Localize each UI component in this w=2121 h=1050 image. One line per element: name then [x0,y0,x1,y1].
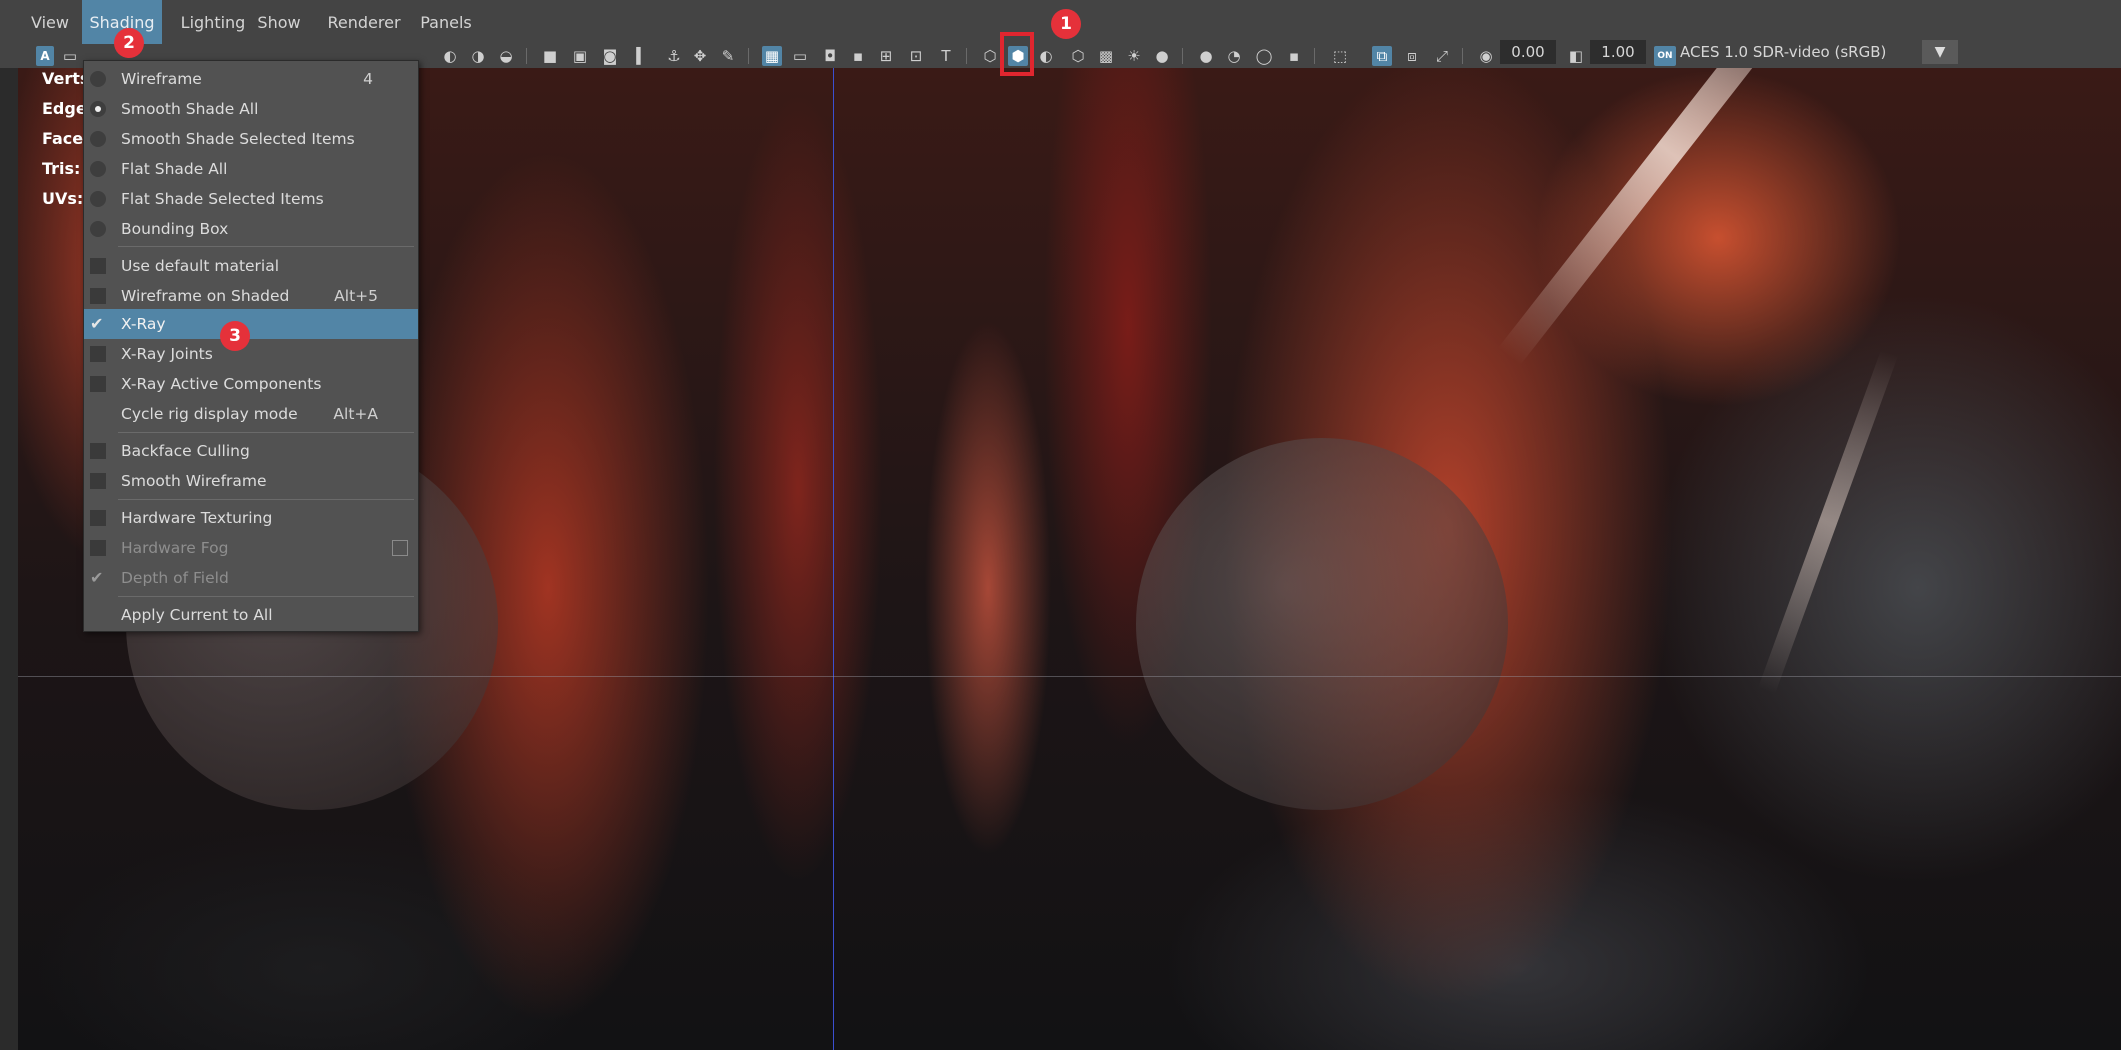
scene-highlight-streak [1758,349,1899,695]
grid-icon[interactable]: ▦ [762,46,782,66]
radio-icon [90,71,106,87]
pan-icon[interactable]: ✥ [690,46,710,66]
checkbox-icon [90,346,106,362]
xray-toggle-icon[interactable]: ⧉ [1372,46,1392,66]
viewport-axis-vertical [833,68,834,1050]
checkbox-icon [90,288,106,304]
menu-item-use-default-material[interactable]: Use default material [84,251,418,281]
ambient-occlusion-icon[interactable]: ● [1196,46,1216,66]
annotation-badge-3: 3 [220,321,250,351]
menu-item-smooth-shade-all[interactable]: Smooth Shade All [84,94,418,124]
menu-item-depth-of-field: ✔ Depth of Field [90,568,229,588]
bookmark-icon[interactable]: ▍ [632,46,652,66]
menu-item-flat-shade-all[interactable]: Flat Shade All [84,154,418,184]
depth-of-field-icon[interactable]: ▪ [1284,46,1304,66]
field-chart-icon[interactable]: ⊞ [876,46,896,66]
menu-item-bounding-box[interactable]: Bounding Box [84,214,418,244]
lights-icon[interactable]: ☀ [1124,46,1144,66]
gamma-field[interactable]: 1.00 [1590,40,1646,64]
menu-item-flat-shade-selected[interactable]: Flat Shade Selected Items [84,184,418,214]
xray-joints-icon[interactable]: ⤢ [1432,46,1452,66]
menu-item-wireframe[interactable]: Wireframe 4 [84,64,418,94]
wireframe-on-shaded-icon[interactable]: ◐ [1036,46,1056,66]
radio-icon [90,161,106,177]
safe-title-icon[interactable]: T [936,46,956,66]
exposure-field[interactable]: 0.00 [1500,40,1556,64]
radio-icon [90,191,106,207]
scene-sphere-right [1136,438,1508,810]
menu-item-backface-culling[interactable]: Backface Culling [84,436,418,466]
menu-item-apply-current-to-all[interactable]: Apply Current to All [84,600,418,630]
scene-highlight-streak [1498,68,1841,366]
grease-pencil-tool-icon[interactable]: ✎ [718,46,738,66]
menu-item-cycle-rig-display[interactable]: Cycle rig display mode Alt+A [84,399,418,429]
camera-lock-icon[interactable]: ▣ [570,46,590,66]
xray-icon[interactable]: ⬡ [1068,46,1088,66]
menu-show[interactable]: Show [252,0,306,44]
menu-item-hardware-texturing[interactable]: Hardware Texturing [84,503,418,533]
color-management-toggle[interactable]: ON [1654,46,1676,66]
annotation-highlight-box [1000,32,1034,76]
menu-item-xray-joints[interactable]: X-Ray Joints [84,339,418,369]
shadows-icon[interactable]: ● [1152,46,1172,66]
film-gate-icon[interactable]: ◙ [600,46,620,66]
checkbox-icon [90,258,106,274]
anti-aliasing-icon[interactable]: ◯ [1254,46,1274,66]
menu-item-smooth-wireframe[interactable]: Smooth Wireframe [84,466,418,496]
menu-item-wireframe-on-shaded[interactable]: Wireframe on Shaded Alt+5 [84,281,418,311]
image-plane-icon[interactable]: ◐ [440,46,460,66]
menu-renderer[interactable]: Renderer [316,0,412,44]
menu-divider [118,246,414,247]
select-camera-icon[interactable]: A [36,46,54,66]
wireframe-icon[interactable]: ⬡ [980,46,1000,66]
shading-menu: Wireframe 4 Smooth Shade All Smooth Shad… [83,60,419,632]
exposure-icon[interactable]: ◉ [1476,46,1496,66]
checkbox-icon [90,540,106,556]
color-space-label[interactable]: ACES 1.0 SDR-video (sRGB) [1680,40,1920,64]
camera-icon[interactable]: ■ [540,46,560,66]
radio-icon [90,131,106,147]
color-space-dropdown-icon[interactable]: ▼ [1922,40,1958,64]
radio-selected-icon [90,101,106,117]
safe-action-icon[interactable]: ⊡ [906,46,926,66]
isolate-select-icon[interactable]: ⬚ [1330,46,1350,66]
radio-icon [90,221,106,237]
menu-item-smooth-shade-selected[interactable]: Smooth Shade Selected Items [84,124,418,154]
annotation-badge-1: 1 [1051,9,1081,39]
menu-item-xray[interactable]: ✔ X-Ray [84,309,418,339]
xray-active-components-icon[interactable]: ⧈ [1402,46,1422,66]
checkbox-icon [90,443,106,459]
annotation-badge-2: 2 [114,28,144,58]
film-gate-display-icon[interactable]: ▭ [790,46,810,66]
menu-divider [118,432,414,433]
menu-divider [118,596,414,597]
menu-item-xray-active-components[interactable]: X-Ray Active Components [84,369,418,399]
menu-panels[interactable]: Panels [406,0,486,44]
textures-icon[interactable]: ▩ [1096,46,1116,66]
resolution-gate-icon[interactable]: ◘ [820,46,840,66]
menu-lighting[interactable]: Lighting [168,0,258,44]
checkmark-icon: ✔ [90,568,104,587]
gamma-icon[interactable]: ◧ [1566,46,1586,66]
checkbox-icon [90,473,106,489]
menu-item-hardware-fog: Hardware Fog [84,533,418,563]
camera-attributes-icon[interactable]: ▭ [60,46,80,66]
checkmark-icon: ✔ [90,314,104,333]
gate-mask-icon[interactable]: ▪ [848,46,868,66]
bookmarks-icon[interactable]: ◒ [496,46,516,66]
motion-blur-icon[interactable]: ◔ [1224,46,1244,66]
option-box-icon[interactable] [392,540,408,556]
checkbox-icon [90,376,106,392]
2d-pan-zoom-icon[interactable]: ⚓ [664,46,684,66]
grease-pencil-icon[interactable]: ◑ [468,46,488,66]
checkbox-icon [90,510,106,526]
viewport-axis-horizontal [18,676,2121,677]
menu-divider [118,499,414,500]
menu-view[interactable]: View [22,0,78,44]
